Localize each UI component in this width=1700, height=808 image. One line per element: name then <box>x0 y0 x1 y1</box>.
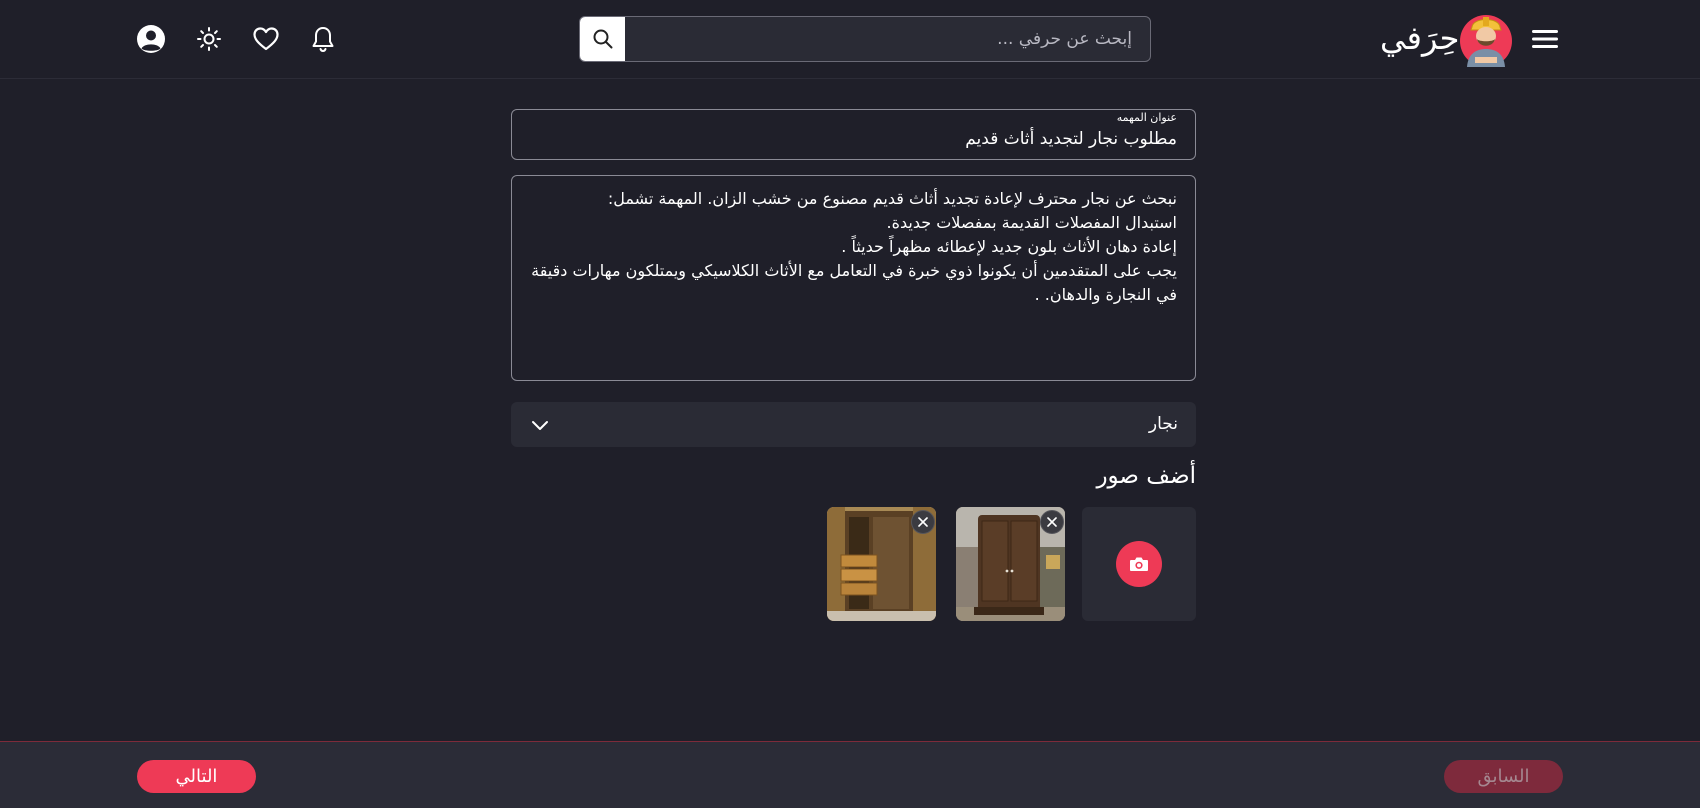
category-selected-value: نجار <box>1148 414 1178 434</box>
previous-button[interactable]: السابق <box>1444 760 1563 793</box>
description-line: إعادة دهان الأثاث بلون جديد لإعطائه مظهر… <box>841 237 1177 256</box>
search-button[interactable] <box>580 17 625 61</box>
close-icon <box>918 517 928 527</box>
search-bar <box>579 16 1151 62</box>
craftsman-logo <box>1460 15 1512 67</box>
top-navbar: حِرَفي <box>0 0 1700 79</box>
task-title-value[interactable]: مطلوب نجار لتجديد أثاث قديم <box>965 124 1177 154</box>
search-input[interactable] <box>625 17 1150 61</box>
photo-thumbnail <box>956 507 1065 621</box>
remove-photo-button[interactable] <box>911 510 935 534</box>
description-line: نبحث عن نجار محترف لإعادة تجديد أثاث قدي… <box>607 189 1177 208</box>
brand-name: حِرَفي <box>1380 19 1460 57</box>
category-select[interactable]: نجار <box>511 402 1196 447</box>
chevron-down-icon <box>532 421 548 430</box>
next-button[interactable]: التالي <box>137 760 256 793</box>
task-description-text[interactable]: نبحث عن نجار محترف لإعادة تجديد أثاث قدي… <box>528 187 1177 307</box>
task-description-field[interactable]: نبحث عن نجار محترف لإعادة تجديد أثاث قدي… <box>511 175 1196 381</box>
task-title-label: عنوان المهمه <box>1116 111 1177 124</box>
wizard-footer: التالي السابق <box>0 741 1700 808</box>
close-icon <box>1047 517 1057 527</box>
theme-sun-icon[interactable] <box>192 22 226 56</box>
account-icon[interactable] <box>134 22 168 56</box>
search-icon <box>593 29 612 49</box>
description-line: يجب على المتقدمين أن يكونوا ذوي خبرة في … <box>531 261 1177 280</box>
camera-icon <box>1116 541 1162 587</box>
add-photos-title: أضف صور <box>1096 463 1196 489</box>
hamburger-menu-icon[interactable] <box>1530 24 1560 54</box>
notifications-bell-icon[interactable] <box>306 22 340 56</box>
remove-photo-button[interactable] <box>1040 510 1064 534</box>
description-line: استبدال المفصلات القديمة بمفصلات جديدة. <box>886 213 1177 232</box>
add-photo-button[interactable] <box>1082 507 1196 621</box>
task-title-field[interactable]: عنوان المهمه مطلوب نجار لتجديد أثاث قديم <box>511 109 1196 160</box>
description-line: في النجارة والدهان. . <box>1034 285 1177 304</box>
favorites-heart-icon[interactable] <box>249 22 283 56</box>
photo-thumbnail <box>827 507 936 621</box>
